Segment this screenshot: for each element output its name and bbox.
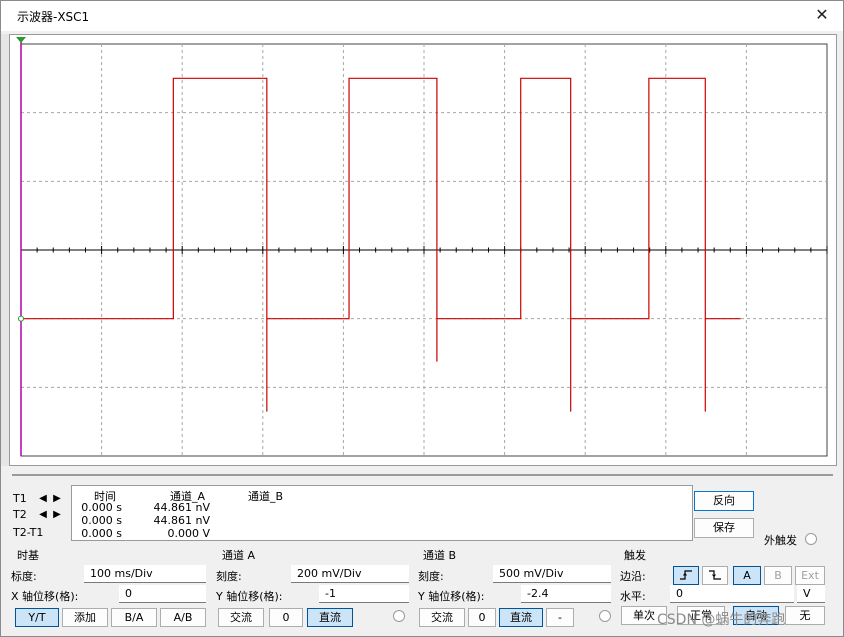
- scope-screen: [9, 34, 837, 466]
- ext-trigger-label: 外触发: [764, 534, 797, 547]
- title-bar: 示波器-XSC1 ✕: [1, 1, 843, 31]
- timebase-group: 时基 标度: 100 ms/Div X 轴位移(格): 0 Y/T 添加 B/A…: [9, 547, 209, 631]
- window-title: 示波器-XSC1: [17, 10, 90, 24]
- channel-a-marker-icon: [18, 315, 24, 322]
- falling-edge-icon[interactable]: [702, 566, 728, 585]
- channel-a-zero-button[interactable]: 0: [269, 608, 303, 627]
- t2-right-arrow-icon[interactable]: ▶: [51, 509, 63, 521]
- no-trigger-button[interactable]: 无: [785, 606, 825, 625]
- row3-time: 0.000 s: [81, 527, 122, 540]
- x-position-label: X 轴位移(格):: [11, 590, 79, 603]
- row3-channel-a: 0.000 V: [167, 527, 210, 540]
- channel-b-dc-button[interactable]: 直流: [499, 608, 543, 627]
- ext-trigger-radio[interactable]: [805, 533, 817, 545]
- trigger-edge-label: 边沿:: [620, 570, 646, 583]
- channel-b-title: 通道 B: [423, 549, 457, 562]
- channel-a-ypos-field[interactable]: -1: [319, 585, 409, 603]
- channel-b-scale-field[interactable]: 500 mV/Div: [493, 565, 611, 583]
- t1-left-arrow-icon[interactable]: ◀: [37, 493, 49, 505]
- ba-button[interactable]: B/A: [111, 608, 157, 627]
- trigger-level-field[interactable]: 0: [670, 585, 794, 603]
- add-button[interactable]: 添加: [62, 608, 108, 627]
- timebase-title: 时基: [17, 549, 39, 562]
- channel-b-minus-button[interactable]: -: [546, 608, 574, 627]
- readout-table: 时间 通道_A 通道_B 0.000 s 44.861 nV 0.000 s 4…: [71, 485, 693, 541]
- trigger-source-a-button[interactable]: A: [733, 566, 761, 585]
- row1-time: 0.000 s: [81, 501, 122, 514]
- trigger-level-label: 水平:: [620, 590, 646, 603]
- t1-right-arrow-icon[interactable]: ▶: [51, 493, 63, 505]
- channel-b-zero-button[interactable]: 0: [468, 608, 496, 627]
- channel-a-title: 通道 A: [222, 549, 256, 562]
- channel-a-radio[interactable]: [393, 610, 405, 622]
- yt-button[interactable]: Y/T: [15, 608, 59, 627]
- trigger-source-ext-button[interactable]: Ext: [795, 566, 825, 585]
- header-channel-b: 通道_B: [248, 490, 284, 503]
- oscilloscope-window: 示波器-XSC1 ✕ T1 ◀ ▶ T2 ◀ ▶ T2-T1 时间 通道_A 通…: [0, 0, 844, 637]
- close-icon[interactable]: ✕: [809, 4, 835, 28]
- scope-scrollbar[interactable]: [12, 467, 833, 483]
- measurement-panel: T1 ◀ ▶ T2 ◀ ▶ T2-T1 时间 通道_A 通道_B 0.000 s…: [9, 483, 693, 543]
- channel-b-radio[interactable]: [599, 610, 611, 622]
- row2-channel-a: 44.861 nV: [153, 514, 210, 527]
- timebase-scale-field[interactable]: 100 ms/Div: [84, 565, 206, 583]
- channel-a-group: 通道 A 刻度: 200 mV/Div Y 轴位移(格): -1 交流 0 直流: [213, 547, 413, 631]
- channel-a-scale-field[interactable]: 200 mV/Div: [291, 565, 409, 583]
- cursor-t2t1-label: T2-T1: [13, 526, 44, 539]
- row2-time: 0.000 s: [81, 514, 122, 527]
- channel-a-ac-button[interactable]: 交流: [218, 608, 264, 627]
- rising-edge-icon[interactable]: [673, 566, 699, 585]
- channel-a-scale-label: 刻度:: [216, 570, 242, 583]
- channel-b-group: 通道 B 刻度: 500 mV/Div Y 轴位移(格): -2.4 交流 0 …: [415, 547, 615, 631]
- channel-b-ac-button[interactable]: 交流: [419, 608, 465, 627]
- watermark: CSDN @蜗牛的奔跑: [657, 612, 786, 628]
- trigger-level-unit[interactable]: V: [797, 585, 825, 603]
- channel-b-ypos-label: Y 轴位移(格):: [418, 590, 485, 603]
- trigger-source-b-button[interactable]: B: [764, 566, 792, 585]
- scrollbar-track: [12, 474, 833, 476]
- cursor-t2-label: T2: [13, 508, 27, 521]
- cursor-t1-label: T1: [13, 492, 27, 505]
- scope-plot: [16, 37, 828, 457]
- reverse-button[interactable]: 反向: [694, 491, 754, 511]
- channel-b-ypos-field[interactable]: -2.4: [521, 585, 611, 603]
- x-position-field[interactable]: 0: [119, 585, 206, 603]
- timebase-scale-label: 标度:: [11, 570, 37, 583]
- trigger-title: 触发: [624, 549, 646, 562]
- left-strip: [1, 34, 9, 466]
- t2-left-arrow-icon[interactable]: ◀: [37, 509, 49, 521]
- cursor-marker-icon: [16, 37, 26, 43]
- row1-channel-a: 44.861 nV: [153, 501, 210, 514]
- save-button[interactable]: 保存: [694, 518, 754, 538]
- channel-a-dc-button[interactable]: 直流: [307, 608, 353, 627]
- ab-button[interactable]: A/B: [160, 608, 206, 627]
- channel-b-scale-label: 刻度:: [418, 570, 444, 583]
- channel-a-ypos-label: Y 轴位移(格):: [216, 590, 283, 603]
